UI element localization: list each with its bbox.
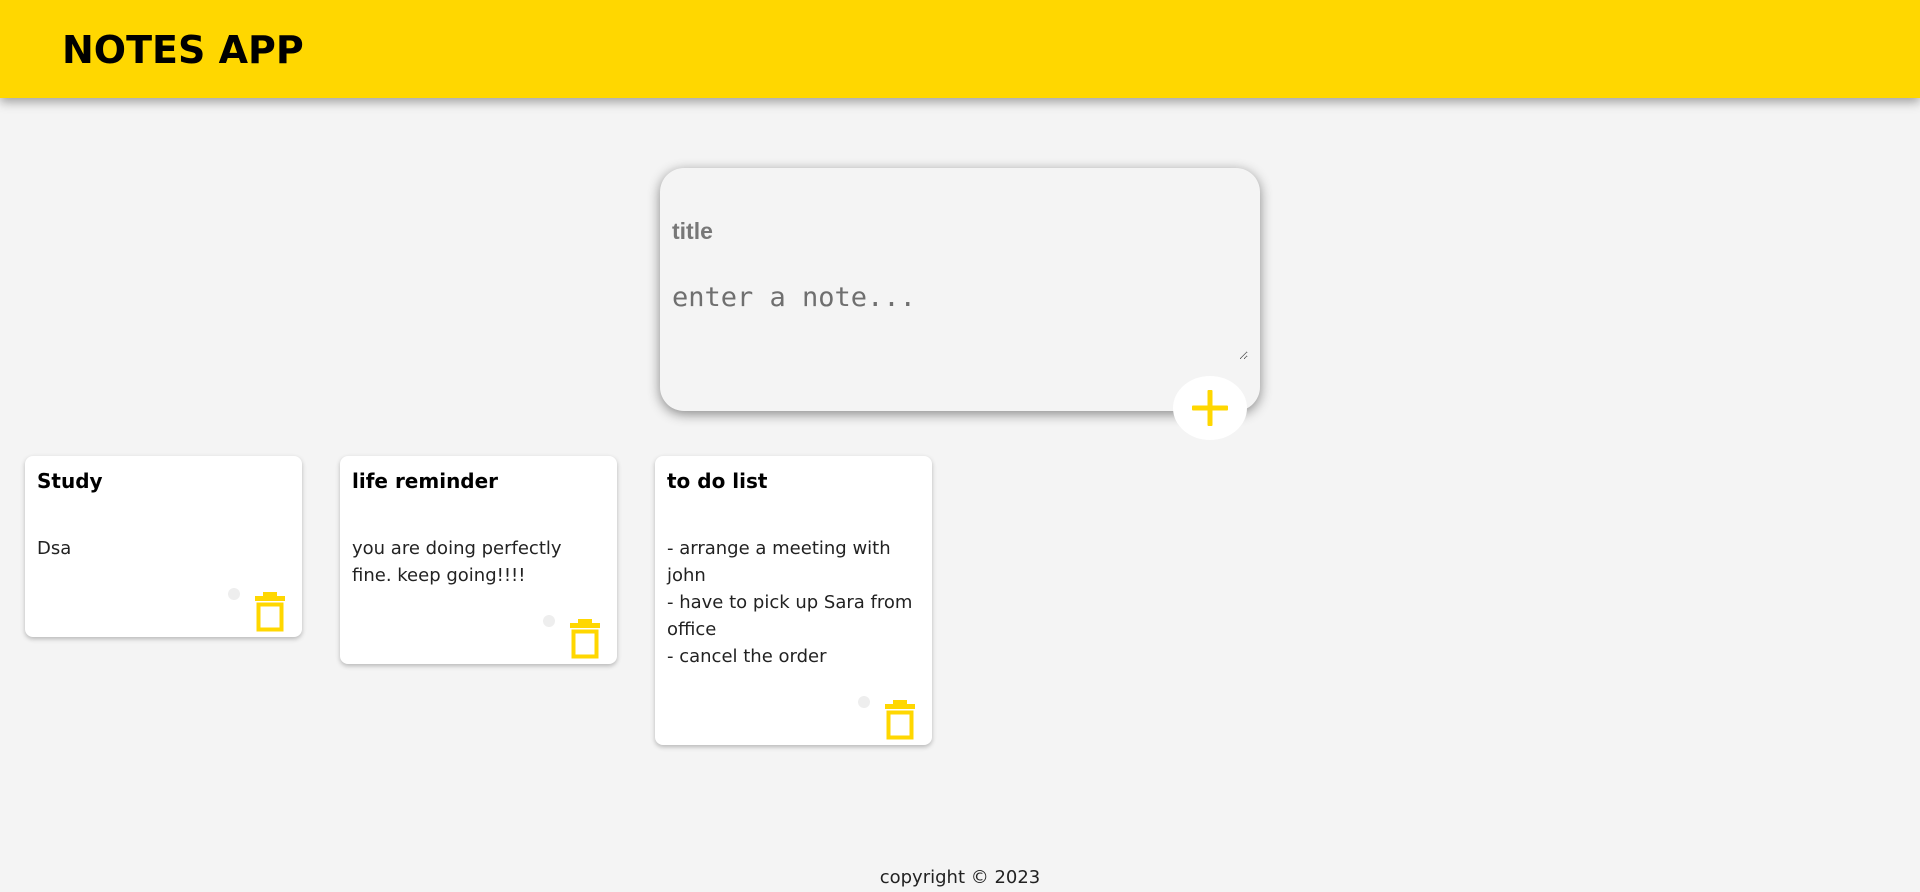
delete-note-button[interactable] (252, 591, 288, 633)
create-note-form (660, 168, 1260, 411)
app-header: NOTES APP (0, 0, 1920, 98)
trash-icon (570, 619, 600, 659)
note-dot (543, 615, 555, 627)
trash-icon (255, 592, 285, 632)
note-title-input[interactable] (672, 214, 1232, 248)
note-card: to do list - arrange a meeting with john… (655, 456, 932, 745)
note-content: Dsa (37, 538, 72, 559)
trash-icon (885, 700, 915, 740)
note-dot (228, 588, 240, 600)
footer-copyright: copyright © 2023 (879, 867, 1041, 888)
note-content-textarea[interactable] (672, 282, 1248, 360)
note-content: - arrange a meeting with john - have to … (667, 538, 913, 667)
app-title: NOTES APP (62, 28, 304, 72)
note-dot (858, 696, 870, 708)
note-title: life reminder (352, 469, 499, 493)
note-content: you are doing perfectly fine. keep going… (352, 538, 562, 586)
delete-note-button[interactable] (567, 618, 603, 660)
note-card: Study Dsa (25, 456, 302, 637)
delete-note-button[interactable] (882, 699, 918, 741)
add-note-button[interactable] (1173, 376, 1247, 440)
note-title: Study (37, 469, 103, 493)
plus-icon (1192, 390, 1228, 426)
note-title: to do list (667, 469, 768, 493)
note-card: life reminder you are doing perfectly fi… (340, 456, 617, 664)
